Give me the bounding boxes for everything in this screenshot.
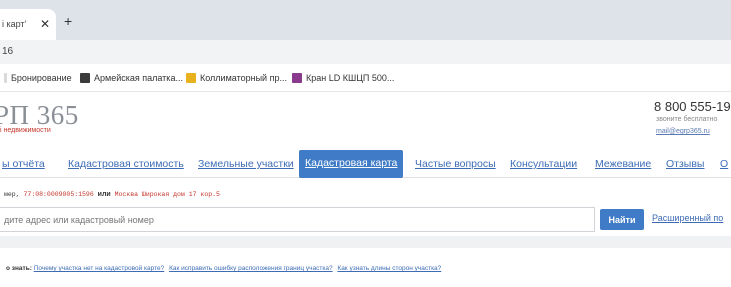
valve-icon bbox=[292, 73, 302, 83]
main-nav: ы отчёта Кадастровая стоимость Земельные… bbox=[0, 150, 731, 178]
bookmark-page-icon bbox=[4, 73, 7, 83]
bookmark-label: Коллиматорный пр... bbox=[200, 73, 287, 83]
bookmark-label: Кран LD КШЦП 500... bbox=[306, 73, 395, 83]
nav-item-cadastral-map[interactable]: Кадастровая карта bbox=[299, 150, 404, 178]
bookmark-label: Армейская палатка... bbox=[94, 73, 183, 83]
nav-item-faq[interactable]: Частые вопросы bbox=[415, 158, 496, 170]
nav-item-cadastral-value[interactable]: Кадастровая стоимость bbox=[68, 158, 184, 170]
search-example: мер, 77:08:0009005:1596 или Москва Широк… bbox=[4, 191, 220, 198]
search-input[interactable] bbox=[0, 207, 595, 232]
bookmark-item[interactable]: Коллиматорный пр... bbox=[186, 73, 287, 83]
nav-item-land-surveying[interactable]: Межевание bbox=[595, 158, 651, 170]
faq-label: о знать: bbox=[6, 265, 32, 272]
nav-item-consultations[interactable]: Консультации bbox=[510, 158, 577, 170]
bookmarks-bar: Бронирование Армейская палатка... Коллим… bbox=[0, 64, 731, 92]
advanced-search-link[interactable]: Расширенный по bbox=[652, 213, 723, 223]
tab-title: і карт’ bbox=[2, 19, 27, 29]
address-bar[interactable]: 16 bbox=[0, 40, 731, 64]
nav-item-report-types[interactable]: ы отчёта bbox=[2, 158, 45, 170]
phone-note: звоните бесплатно bbox=[656, 116, 718, 123]
bookmark-item[interactable]: Армейская палатка... bbox=[80, 73, 183, 83]
bookmark-label: Бронирование bbox=[11, 73, 72, 83]
faq-link[interactable]: Как исправить ошибку расположения границ… bbox=[169, 265, 333, 272]
nav-item-reviews[interactable]: Отзывы bbox=[666, 158, 704, 170]
faq-links: о знать: Почему участка нет на кадастров… bbox=[6, 265, 444, 272]
search-button[interactable]: Найти bbox=[600, 209, 644, 230]
example-prefix: мер, bbox=[4, 191, 20, 198]
bookmark-item[interactable]: Бронирование bbox=[4, 73, 72, 83]
address-text: 16 bbox=[2, 46, 14, 57]
divider-band bbox=[0, 236, 731, 248]
faq-link[interactable]: Почему участка нет на кадастровой карте? bbox=[34, 265, 165, 272]
nav-item-about[interactable]: О bbox=[720, 158, 728, 170]
example-cadastral-number[interactable]: 77:08:0009005:1596 bbox=[24, 191, 94, 198]
browser-tab[interactable]: і карт’ ✕ bbox=[0, 9, 56, 40]
browser-tab-bar: і карт’ ✕ + bbox=[0, 0, 731, 40]
collimator-icon bbox=[186, 73, 196, 83]
army-tent-icon bbox=[80, 73, 90, 83]
new-tab-icon[interactable]: + bbox=[64, 13, 72, 29]
email-link[interactable]: mail@egrp365.ru bbox=[656, 128, 710, 135]
phone-number: 8 800 555-19 bbox=[654, 99, 731, 114]
faq-link[interactable]: Как узнать длины сторон участка? bbox=[337, 265, 441, 272]
example-address[interactable]: Москва Широкая дом 17 кор.5 bbox=[115, 191, 220, 198]
logo-subtitle: і недвижимости bbox=[0, 127, 51, 134]
bookmark-item[interactable]: Кран LD КШЦП 500... bbox=[292, 73, 394, 83]
nav-item-land-plots[interactable]: Земельные участки bbox=[198, 158, 294, 170]
example-or: или bbox=[97, 191, 111, 198]
close-icon[interactable]: ✕ bbox=[40, 17, 50, 31]
